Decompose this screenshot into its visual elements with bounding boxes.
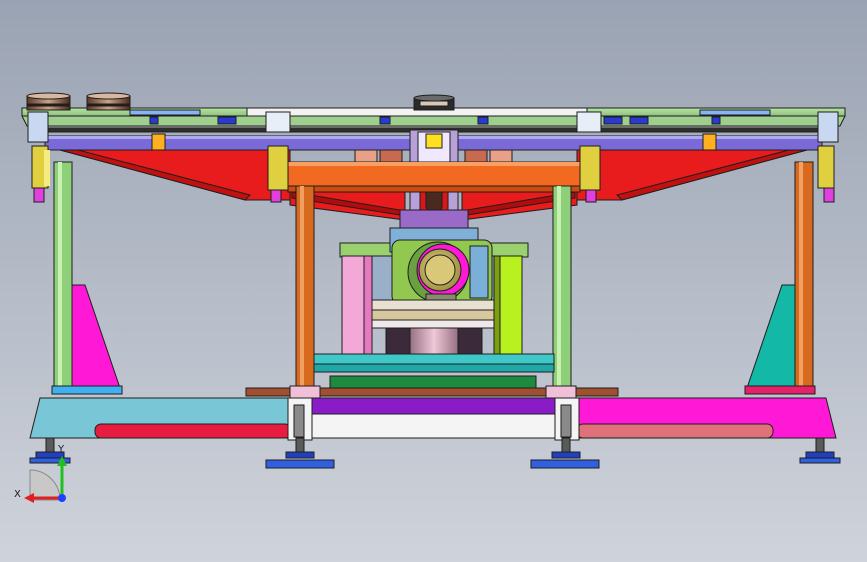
top-plate-bar-highlight xyxy=(40,126,830,128)
gusset-left-magenta xyxy=(71,284,121,389)
base-left-red-rail xyxy=(94,423,292,439)
post-left-outer xyxy=(53,161,73,389)
gearbox-assembly xyxy=(339,227,529,357)
base-center-violet xyxy=(309,397,557,415)
hanger-left-outer xyxy=(27,111,50,203)
rail-block-orange-left xyxy=(151,133,166,151)
top-drum-left-1 xyxy=(26,92,71,111)
leveling-feet xyxy=(29,437,841,469)
cad-viewport[interactable]: X Y xyxy=(0,0,867,562)
top-table xyxy=(21,107,846,133)
foot-2 xyxy=(265,437,335,469)
x-axis-label: X xyxy=(14,489,21,500)
hanger-left-inner xyxy=(265,111,291,203)
hanger-right-inner xyxy=(576,111,602,203)
machine-frame xyxy=(21,92,846,469)
rail-block-orange-right xyxy=(702,133,717,151)
post-right-inner xyxy=(552,185,572,389)
gusset-right-teal xyxy=(746,284,796,389)
cad-drawing: X Y xyxy=(14,92,846,503)
triad-quadrant xyxy=(29,469,61,501)
post-right-outer xyxy=(794,161,814,389)
base-center-white xyxy=(309,413,557,439)
top-drum-center xyxy=(413,94,455,111)
foot-4 xyxy=(799,437,841,464)
base-right-salmon-rail xyxy=(576,423,774,439)
top-plate-lower xyxy=(21,115,846,127)
y-axis-label: Y xyxy=(57,444,65,455)
top-plate-blue-segment-right xyxy=(699,109,771,116)
x-axis-arrowhead xyxy=(24,493,34,503)
post-left-inner xyxy=(295,185,315,389)
top-drum-left-2 xyxy=(86,92,131,111)
top-plate-blue-segment-left xyxy=(129,109,201,116)
foot-3 xyxy=(530,437,600,469)
z-axis-dot xyxy=(58,494,66,502)
orange-cross-beam xyxy=(287,161,581,193)
hanger-right-outer xyxy=(817,111,839,203)
